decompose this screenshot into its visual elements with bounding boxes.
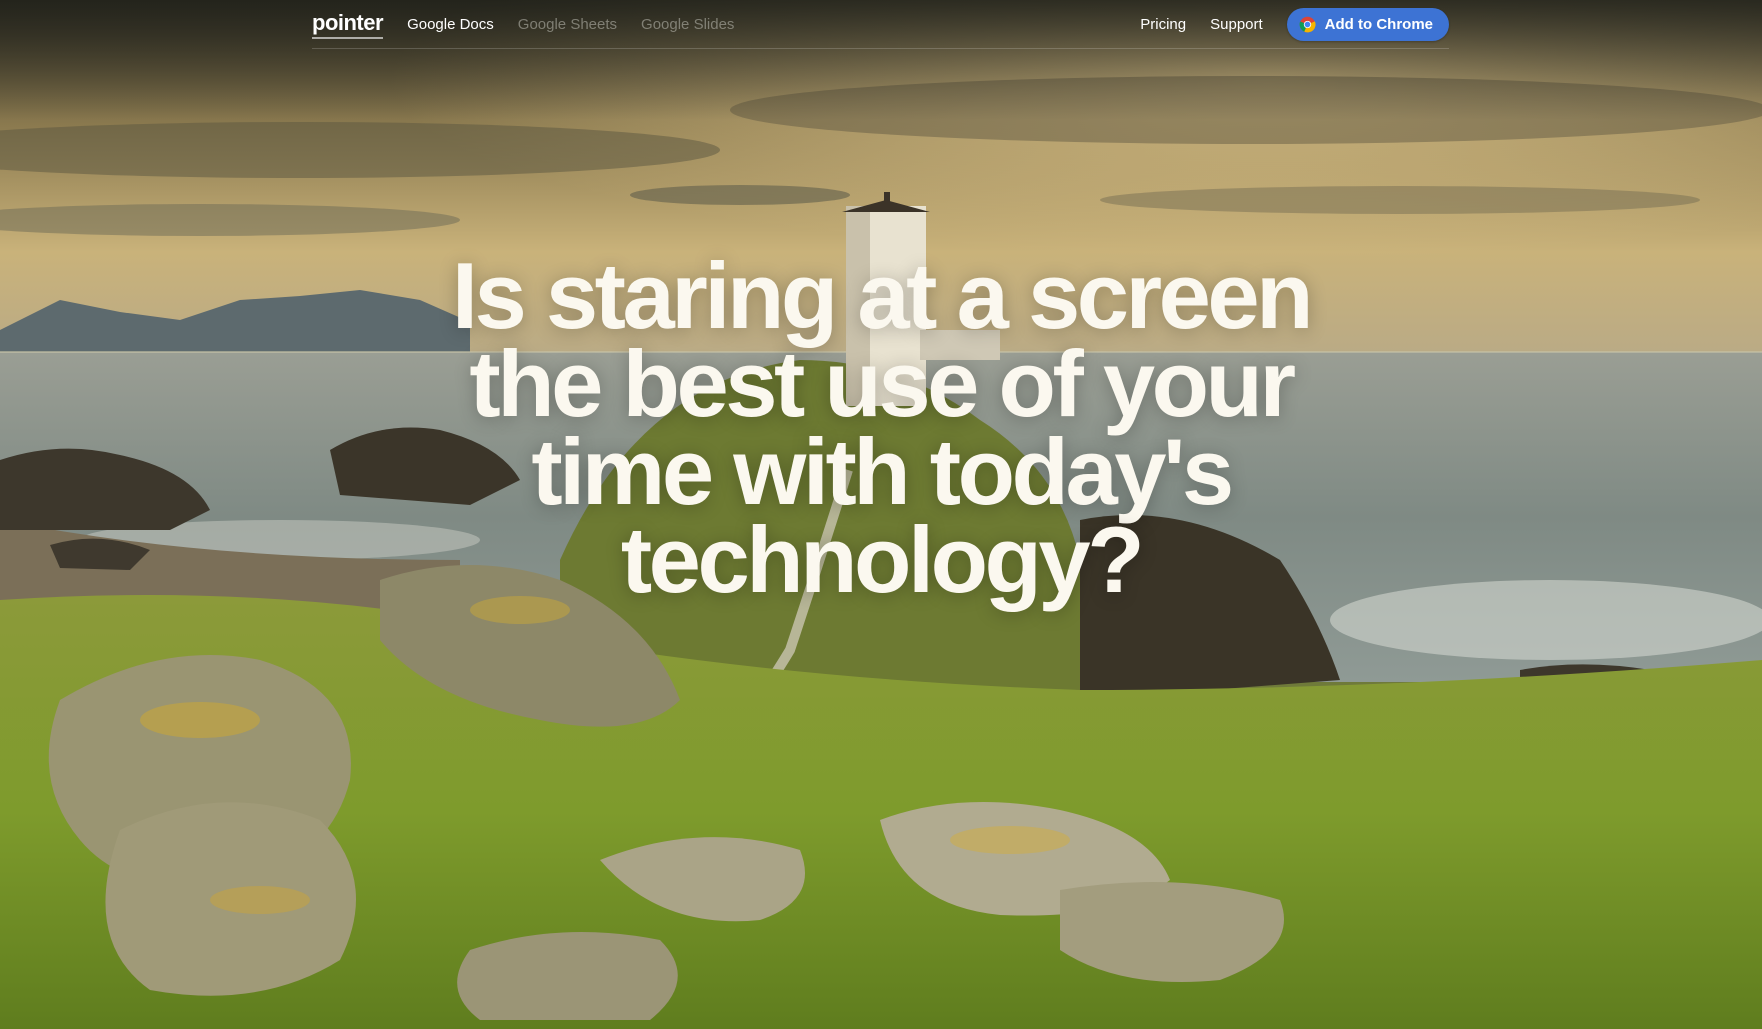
top-navigation: pointer Google Docs Google Sheets Google…: [312, 0, 1449, 49]
add-to-chrome-button[interactable]: Add to Chrome: [1286, 7, 1449, 41]
nav-link-pricing[interactable]: Pricing: [1140, 16, 1186, 33]
nav-link-google-sheets[interactable]: Google Sheets: [518, 16, 617, 33]
nav-link-google-slides[interactable]: Google Slides: [641, 16, 734, 33]
chrome-icon: [1299, 16, 1316, 32]
pointer-logo[interactable]: pointer: [312, 10, 384, 39]
nav-link-support[interactable]: Support: [1210, 16, 1263, 33]
nav-link-google-docs[interactable]: Google Docs: [407, 16, 494, 33]
add-to-chrome-label: Add to Chrome: [1324, 15, 1433, 33]
hero-headline: Is staring at a screen the best use of y…: [451, 243, 1314, 612]
nav-right-group: Pricing Support Add to Chrome: [1140, 7, 1449, 41]
